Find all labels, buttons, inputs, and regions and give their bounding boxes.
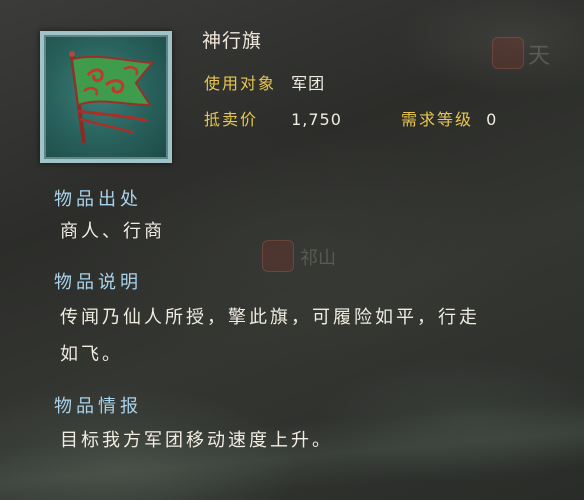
item-source-body: 商人、行商 (60, 221, 165, 242)
map-label: 天 (528, 44, 551, 69)
item-description-line1: 传闻乃仙人所授，擎此旗，可履险如平，行走 (60, 307, 480, 328)
item-source-title: 物品出处 (54, 189, 142, 210)
item-info-body: 目标我方军团移动速度上升。 (60, 430, 333, 451)
usage-target-row: 使用对象 军团 (204, 70, 325, 94)
item-info-panel: 天 祁山 神行旗 使用对象 军团 抵卖价 1,750 需求等级 0 物品出处 商… (0, 0, 584, 500)
item-description-title: 物品说明 (54, 272, 142, 293)
sell-price-row: 抵卖价 1,750 (204, 106, 342, 130)
usage-target-label: 使用对象 (204, 74, 277, 93)
item-icon-frame (40, 31, 172, 163)
map-marker-icon (492, 37, 524, 69)
item-info-title: 物品情报 (54, 396, 142, 417)
usage-target-value: 军团 (291, 74, 326, 93)
required-level-label: 需求等级 (401, 110, 474, 129)
sell-price-label: 抵卖价 (204, 110, 259, 129)
sell-price-value: 1,750 (291, 110, 342, 129)
required-level-value: 0 (486, 110, 498, 129)
item-name: 神行旗 (202, 30, 263, 52)
green-war-banner-icon (69, 51, 154, 144)
required-level-row: 需求等级 0 (401, 106, 497, 130)
item-description-line2: 如飞。 (60, 344, 123, 365)
